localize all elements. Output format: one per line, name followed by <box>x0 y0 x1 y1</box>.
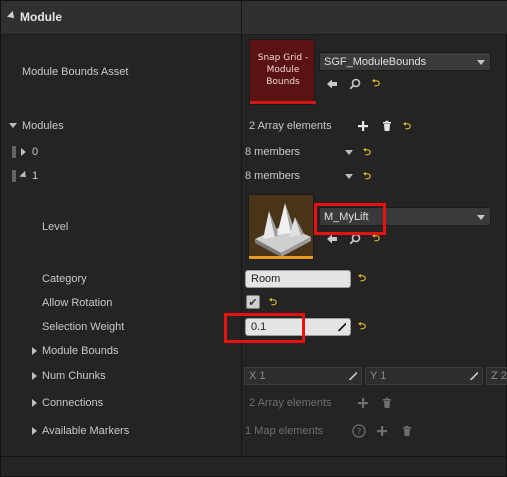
module-bounds-asset-thumbnail[interactable]: Snap Grid - Module Bounds <box>249 39 316 105</box>
add-element-plus-icon[interactable] <box>356 396 370 410</box>
num-chunks-x-value: X 1 <box>249 370 266 382</box>
reset-to-default-icon[interactable]: ⮌ <box>363 148 373 158</box>
element-collapse-arrow-icon[interactable] <box>19 170 29 181</box>
num-chunks-z-value: Z 2 <box>491 370 507 382</box>
available-markers-label: Available Markers <box>42 425 130 437</box>
module-bounds-asset-label: Module Bounds Asset <box>22 66 129 78</box>
selection-weight-input[interactable]: 0.1 <box>245 318 351 336</box>
category-value: Room <box>251 273 281 285</box>
column-divider[interactable] <box>241 1 242 456</box>
available-markers-expand-arrow-icon[interactable] <box>32 427 37 435</box>
selection-weight-value: 0.1 <box>251 321 267 333</box>
reset-to-default-icon[interactable]: ⮌ <box>403 122 413 132</box>
dropdown-caret-icon <box>477 60 485 65</box>
connections-label: Connections <box>42 397 104 409</box>
allow-rotation-checkbox[interactable]: ✔ <box>246 295 260 309</box>
num-chunks-y-input[interactable]: Y 1 <box>365 367 483 385</box>
module-bounds-expand-arrow-icon[interactable] <box>32 347 37 355</box>
element-1-members: 8 members <box>245 170 301 182</box>
svg-text:?: ? <box>357 428 362 438</box>
num-chunks-y-value: Y 1 <box>370 370 387 382</box>
selection-weight-label: Selection Weight <box>42 321 125 333</box>
level-label: Level <box>42 221 69 233</box>
add-element-plus-icon[interactable] <box>356 119 370 133</box>
drag-value-icon[interactable] <box>470 372 478 380</box>
element-index-0: 0 <box>32 146 39 158</box>
element-options-caret-icon[interactable] <box>345 174 353 179</box>
browse-search-icon[interactable] <box>348 77 362 91</box>
asset-type-bar <box>249 256 313 259</box>
num-chunks-z-input[interactable]: Z 2 <box>486 367 507 385</box>
modules-count: 2 Array elements <box>249 120 332 132</box>
element-index-1: 1 <box>32 170 39 182</box>
use-selected-arrow-icon[interactable] <box>325 232 339 246</box>
module-bounds-asset-name: SGF_ModuleBounds <box>324 56 427 68</box>
level-preview-image <box>249 195 313 259</box>
panel-bottom-border <box>1 456 507 457</box>
category-label: Category <box>42 273 87 285</box>
num-chunks-expand-arrow-icon[interactable] <box>32 372 37 380</box>
module-bounds-label: Module Bounds <box>42 345 119 357</box>
empty-array-trash-icon[interactable] <box>380 119 394 133</box>
drag-handle-icon[interactable] <box>12 170 16 182</box>
connections-count: 2 Array elements <box>249 397 332 409</box>
available-markers-count: 1 Map elements <box>245 425 324 437</box>
element-0-members: 8 members <box>245 146 301 158</box>
browse-search-icon[interactable] <box>348 232 362 246</box>
modules-expand-arrow-icon[interactable] <box>9 123 17 128</box>
add-element-plus-icon[interactable] <box>375 424 389 438</box>
element-expand-arrow-icon[interactable] <box>21 148 26 156</box>
reset-to-default-icon[interactable]: ⮌ <box>358 274 368 284</box>
reset-to-default-icon[interactable]: ⮌ <box>372 234 382 244</box>
drag-handle-icon[interactable] <box>12 146 16 158</box>
reset-to-default-icon[interactable]: ⮌ <box>269 298 279 308</box>
help-icon[interactable]: ? <box>352 424 366 438</box>
empty-array-trash-icon[interactable] <box>380 396 394 410</box>
use-selected-arrow-icon[interactable] <box>325 77 339 91</box>
dropdown-caret-icon <box>477 215 485 220</box>
reset-to-default-icon[interactable]: ⮌ <box>372 79 382 89</box>
reset-to-default-icon[interactable]: ⮌ <box>363 172 373 182</box>
num-chunks-label: Num Chunks <box>42 370 106 382</box>
drag-value-icon[interactable] <box>338 323 346 331</box>
level-asset-combo[interactable]: M_MyLift <box>319 207 491 226</box>
module-bounds-asset-combo[interactable]: SGF_ModuleBounds <box>319 52 491 71</box>
modules-label: Modules <box>22 120 64 132</box>
asset-type-bar <box>250 101 316 104</box>
reset-to-default-icon[interactable]: ⮌ <box>358 322 368 332</box>
num-chunks-x-input[interactable]: X 1 <box>244 367 362 385</box>
level-asset-name: M_MyLift <box>324 211 369 223</box>
module-section-header[interactable]: Module <box>1 1 507 35</box>
section-title: Module <box>20 10 62 24</box>
check-mark-icon: ✔ <box>248 295 258 309</box>
connections-expand-arrow-icon[interactable] <box>32 399 37 407</box>
details-panel: Module Module Bounds Asset Snap Grid - M… <box>0 0 507 477</box>
drag-value-icon[interactable] <box>349 372 357 380</box>
empty-map-trash-icon[interactable] <box>400 424 414 438</box>
element-options-caret-icon[interactable] <box>345 150 353 155</box>
thumbnail-caption: Snap Grid - Module Bounds <box>257 53 309 87</box>
category-input[interactable]: Room <box>245 270 351 288</box>
collapse-arrow-icon[interactable] <box>7 11 17 21</box>
level-asset-thumbnail[interactable] <box>248 194 314 260</box>
allow-rotation-label: Allow Rotation <box>42 297 113 309</box>
